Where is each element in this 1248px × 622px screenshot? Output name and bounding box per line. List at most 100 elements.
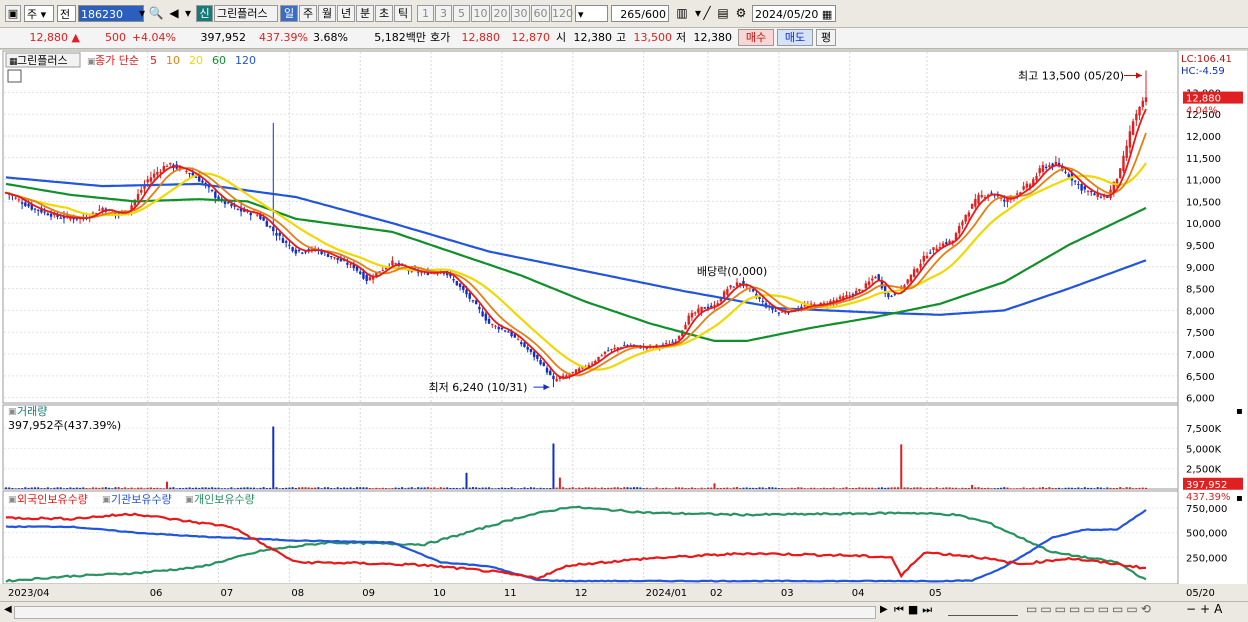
kind-select[interactable]: 전	[57, 5, 76, 22]
minute-button-3[interactable]: 3	[435, 5, 452, 22]
volume-bar	[1058, 487, 1061, 489]
period-tab-0[interactable]: 일	[280, 5, 298, 22]
new-listing-badge: 신	[196, 5, 213, 22]
candle-body	[98, 209, 101, 211]
volume-bar	[24, 487, 27, 489]
buy-button[interactable]: 매수	[738, 29, 774, 46]
volume-bar	[449, 487, 452, 489]
candle-body	[964, 214, 967, 222]
period-tab-2[interactable]: 월	[318, 5, 336, 22]
volume-bar	[732, 487, 735, 489]
volume-bar	[285, 487, 288, 489]
candle-body	[735, 282, 739, 287]
minute-custom-select[interactable]: ▾	[575, 5, 608, 22]
volume-bar	[942, 487, 945, 489]
volume-bar	[694, 488, 697, 489]
zoom-controls[interactable]: −+A	[1186, 602, 1226, 616]
period-tab-3[interactable]: 년	[337, 5, 355, 22]
minute-button-5[interactable]: 5	[453, 5, 470, 22]
volume-bar	[394, 487, 397, 489]
market-select[interactable]: 주 ▾	[24, 5, 54, 22]
save-icon[interactable]: ▤	[715, 5, 731, 22]
volume-bar	[922, 488, 925, 489]
settings-gear-icon[interactable]: ⚙	[733, 5, 749, 22]
candle-body	[909, 274, 913, 282]
price-tick-label: 11,500	[1186, 154, 1221, 165]
candle-body	[1086, 190, 1090, 192]
volume-bar	[339, 487, 342, 489]
playback-controls[interactable]: ⏮■⏭	[894, 603, 936, 617]
volume-bar	[365, 487, 368, 489]
candle-body	[37, 209, 40, 211]
candle-body	[368, 277, 372, 281]
chart-view-icons[interactable]: ▭▭▭▭▭▭▭▭⟲	[1026, 602, 1154, 616]
volume-bar	[848, 488, 851, 489]
volume-bar	[909, 487, 912, 489]
candle-body	[149, 177, 153, 182]
period-tab-6[interactable]: 틱	[394, 5, 412, 22]
volume-bar	[958, 488, 961, 489]
candle-body	[603, 351, 607, 354]
volume-bar	[542, 488, 545, 489]
candle-body	[529, 349, 533, 352]
minute-button-60[interactable]: 60	[531, 5, 550, 22]
volume-bar	[610, 487, 613, 489]
volume-bar	[591, 487, 594, 489]
minute-button-30[interactable]: 30	[511, 5, 530, 22]
candle-body	[523, 342, 526, 347]
minute-button-20[interactable]: 20	[491, 5, 510, 22]
volume-bar	[716, 487, 719, 489]
sell-button[interactable]: 매도	[777, 29, 813, 46]
avg-button[interactable]: 평	[816, 29, 836, 46]
scroll-right-button[interactable]: ▶	[880, 604, 888, 615]
candle-body	[932, 247, 935, 251]
period-tab-4[interactable]: 분	[356, 5, 374, 22]
volume-bar	[436, 488, 439, 489]
volume-bar	[874, 488, 877, 489]
volume-bar	[935, 487, 938, 489]
volume-bar	[1070, 487, 1073, 489]
horizontal-scrollbar[interactable]	[14, 606, 876, 619]
volume-bar	[1141, 487, 1144, 489]
volume-bar	[349, 487, 352, 489]
volume-bar	[600, 487, 603, 489]
candle-body	[1015, 193, 1019, 195]
candle-body	[301, 252, 304, 254]
volume-bar	[236, 487, 239, 489]
volume-bar	[1006, 487, 1009, 489]
candle-body	[906, 279, 909, 284]
search-icon[interactable]: 🔍	[148, 5, 164, 22]
minute-button-1[interactable]: 1	[417, 5, 434, 22]
volume-bar	[153, 488, 156, 489]
candle-body	[929, 252, 932, 254]
volume-bar	[1083, 487, 1086, 489]
volume-bar	[46, 487, 49, 489]
candle-body	[729, 285, 732, 288]
count-input[interactable]: 265/600	[611, 5, 669, 22]
minute-button-120[interactable]: 120	[551, 5, 573, 22]
drawing-tool-icon[interactable]: ╱	[699, 5, 715, 22]
candle-type-icon[interactable]: ▥	[674, 5, 690, 22]
zoom-slider[interactable]	[948, 607, 1018, 616]
candle-body	[532, 351, 536, 357]
candle-body	[365, 274, 368, 281]
scroll-left-button[interactable]: ◀	[4, 604, 12, 615]
volume-bar	[649, 488, 652, 489]
candle-body	[977, 194, 980, 204]
volume-bar	[597, 488, 600, 489]
candle-body	[722, 291, 726, 298]
volume-bar	[259, 487, 262, 489]
period-tab-1[interactable]: 주	[299, 5, 317, 22]
period-tab-5[interactable]: 초	[375, 5, 393, 22]
volume-bar	[378, 488, 381, 489]
volume-bar	[1093, 488, 1096, 489]
volume-bar	[249, 487, 252, 489]
candle-body	[265, 221, 269, 227]
date-input[interactable]: 2024/05/20 ▦	[752, 5, 836, 22]
candle-body	[961, 221, 964, 226]
market-value: 주	[27, 8, 38, 21]
speaker-dropdown-icon[interactable]: ▾	[180, 5, 196, 22]
minute-button-10[interactable]: 10	[471, 5, 490, 22]
candle-body	[980, 195, 983, 197]
window-menu-icon[interactable]: ▣	[5, 5, 21, 22]
